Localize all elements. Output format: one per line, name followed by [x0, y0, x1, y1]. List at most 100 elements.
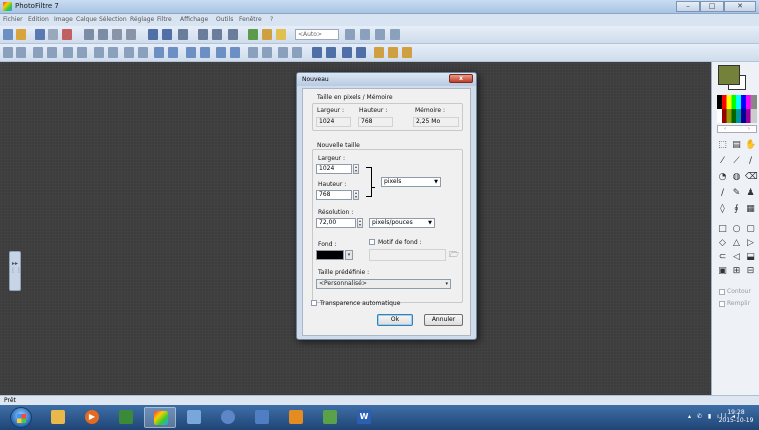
height-input[interactable]: 768: [316, 190, 352, 200]
maximize-button[interactable]: □: [700, 1, 724, 12]
mirror-icon[interactable]: [168, 47, 178, 58]
width-spinner[interactable]: ▴ ▾: [353, 164, 359, 174]
open-icon[interactable]: [16, 29, 26, 40]
text-icon[interactable]: [228, 29, 238, 40]
eyedropper-icon[interactable]: ⁄: [717, 156, 728, 167]
new-icon[interactable]: [3, 29, 13, 40]
remplir-checkbox[interactable]: [719, 300, 725, 307]
menu-affichage[interactable]: Affichage: [180, 16, 208, 23]
cut-icon[interactable]: [98, 29, 108, 40]
grayscale-icon[interactable]: [138, 47, 148, 58]
contour-option[interactable]: Contour: [719, 288, 751, 295]
option-3-icon[interactable]: ⊟: [745, 266, 756, 277]
texture-icon[interactable]: [278, 47, 288, 58]
saturation-icon[interactable]: [94, 47, 104, 58]
chevron-right-icon[interactable]: ›: [748, 126, 750, 132]
paste-icon[interactable]: [126, 29, 136, 40]
zoom-in-icon[interactable]: [345, 29, 355, 40]
taskbar-explorer[interactable]: [42, 407, 74, 428]
menu-calque[interactable]: Calque: [76, 16, 97, 23]
zoom-combo[interactable]: <Auto>: [295, 29, 339, 40]
zoom-out-icon[interactable]: [360, 29, 370, 40]
foreground-color-swatch[interactable]: [718, 65, 740, 85]
spray-icon[interactable]: ◍: [731, 172, 742, 183]
remplir-option[interactable]: Remplir: [719, 300, 750, 307]
cancel-button[interactable]: Annuler: [424, 314, 463, 326]
fit-icon[interactable]: [375, 29, 385, 40]
preset-select[interactable]: <Personnalisé> ▾: [316, 279, 451, 289]
width-input[interactable]: 1024: [316, 164, 352, 174]
ok-button[interactable]: Ok: [377, 314, 413, 326]
smudge-icon[interactable]: ∮: [731, 204, 742, 215]
automate-icon[interactable]: [388, 47, 398, 58]
line-icon[interactable]: /: [745, 156, 756, 167]
dock-expand-handle[interactable]: ▸▸ ⋮⋮: [9, 251, 22, 291]
clone-icon[interactable]: ▦: [745, 204, 756, 215]
emboss-icon[interactable]: [230, 47, 240, 58]
taskbar-app-6[interactable]: [212, 407, 244, 428]
filter-icon[interactable]: [248, 29, 258, 40]
save-icon[interactable]: [35, 29, 45, 40]
lasso-icon[interactable]: ⊂: [717, 252, 728, 263]
menu-image[interactable]: Image: [54, 16, 73, 23]
pattern-checkbox[interactable]: [369, 239, 375, 245]
taskbar-photofiltre[interactable]: [144, 407, 176, 428]
start-button[interactable]: [10, 407, 32, 428]
adjust-2-icon[interactable]: [16, 47, 26, 58]
image-icon[interactable]: [148, 29, 158, 40]
contour-checkbox[interactable]: [719, 288, 725, 295]
menu-help[interactable]: ?: [270, 16, 273, 23]
redo-icon[interactable]: [84, 29, 94, 40]
adjust-icon[interactable]: [3, 47, 13, 58]
copy-icon[interactable]: [112, 29, 122, 40]
clock[interactable]: 19:28 2015-10-19: [716, 409, 756, 425]
resolution-spinner[interactable]: ▴ ▾: [357, 218, 363, 228]
levels-icon[interactable]: [63, 47, 73, 58]
hand-icon[interactable]: ✋: [745, 140, 756, 151]
wand-icon[interactable]: ⟋: [731, 156, 742, 167]
menu-filtre[interactable]: Filtre: [157, 16, 172, 23]
taskbar-app-8[interactable]: [280, 407, 312, 428]
taskbar-media[interactable]: ▶: [76, 407, 108, 428]
stylize-icon[interactable]: [262, 47, 272, 58]
option-1-icon[interactable]: ▣: [717, 266, 728, 277]
gamma-icon[interactable]: [124, 47, 134, 58]
diamond-icon[interactable]: ◇: [717, 238, 728, 249]
color-palette[interactable]: [717, 95, 757, 123]
ellipse-icon[interactable]: ○: [731, 224, 742, 235]
background-color-swatch[interactable]: [316, 250, 344, 260]
menu-outils[interactable]: Outils: [216, 16, 233, 23]
polygon-icon[interactable]: ◁: [731, 252, 742, 263]
rounded-rect-icon[interactable]: ▢: [745, 224, 756, 235]
pointer-icon[interactable]: ⬚: [717, 140, 728, 151]
folder-icon[interactable]: 🗁: [449, 250, 459, 259]
palette-scroller[interactable]: ‹ ›: [717, 125, 757, 133]
effect-icon[interactable]: [262, 29, 272, 40]
triangle-icon[interactable]: △: [731, 238, 742, 249]
arrow-shape-icon[interactable]: ▷: [745, 238, 756, 249]
shadow-icon[interactable]: [326, 47, 336, 58]
contour-icon[interactable]: [248, 47, 258, 58]
batch-icon[interactable]: [402, 47, 412, 58]
undo-icon[interactable]: [62, 29, 72, 40]
pen-icon[interactable]: ✎: [731, 188, 742, 199]
taskbar-app-3[interactable]: [110, 407, 142, 428]
taskbar-app-5[interactable]: [178, 407, 210, 428]
hue-icon[interactable]: [108, 47, 118, 58]
fill-icon[interactable]: ◔: [717, 172, 728, 183]
minimize-button[interactable]: –: [676, 1, 700, 12]
resolution-input[interactable]: 72,00: [316, 218, 356, 228]
close-window-button[interactable]: ✕: [724, 1, 756, 12]
select-icon[interactable]: ▤: [731, 140, 742, 151]
frame-icon[interactable]: [312, 47, 322, 58]
curves-icon[interactable]: [77, 47, 87, 58]
height-spinner[interactable]: ▴ ▾: [353, 190, 359, 200]
sharpen-icon[interactable]: [200, 47, 210, 58]
brush-icon[interactable]: ∕: [717, 188, 728, 199]
crop-icon[interactable]: [198, 29, 208, 40]
resolution-unit-select[interactable]: pixels/pouces ▼: [369, 218, 435, 228]
menu-fichier[interactable]: Fichier: [3, 16, 23, 23]
plugin-icon[interactable]: [374, 47, 384, 58]
menu-reglage[interactable]: Réglage: [130, 16, 154, 23]
layer-icon[interactable]: [162, 29, 172, 40]
